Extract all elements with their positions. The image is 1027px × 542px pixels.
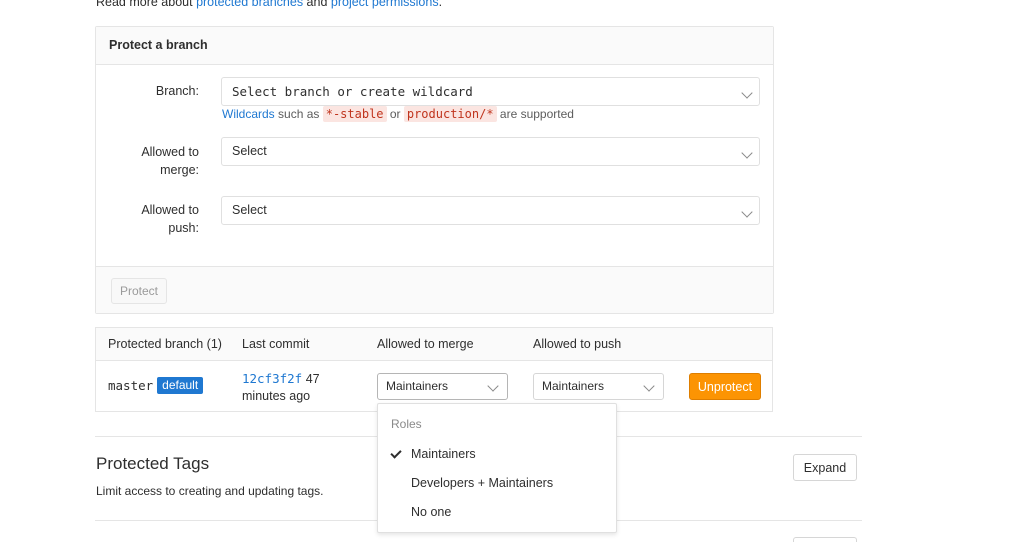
header-allowed-to-push: Allowed to push [533,337,622,351]
intro-text: Read more about protected branches and p… [96,0,442,9]
dropdown-item-no-one[interactable]: No one [378,498,616,526]
table-header: Protected branch (1) Last commit Allowed… [96,328,772,361]
card-footer: Protect [96,266,773,313]
roles-dropdown-menu: Roles Maintainers Developers + Maintaine… [377,403,617,533]
dropdown-item-maintainers[interactable]: Maintainers [378,440,616,468]
hint-text: such as [274,107,323,121]
hint-text: are supported [496,107,574,121]
header-last-commit: Last commit [242,337,310,351]
wildcards-link[interactable]: Wildcards [222,107,275,121]
check-icon [390,447,402,459]
commit-sha-link[interactable]: 12cf3f2f [242,371,302,386]
label-line: merge: [160,163,199,177]
branch-name: master [108,378,154,393]
merge-access-dropdown[interactable]: Maintainers [377,373,508,400]
label-line: push: [168,221,199,235]
protect-branch-card: Protect a branch Branch: Select branch o… [95,26,774,314]
protected-tags-description: Limit access to creating and updating ta… [96,484,324,498]
allowed-to-push-label: Allowed to push: [99,201,199,237]
dropdown-item-label: No one [411,505,452,519]
protect-button[interactable]: Protect [111,278,167,304]
commit-cell: 12cf3f2f 47 minutes ago [242,370,320,405]
hint-code-production: production/* [403,106,497,122]
wildcard-hint: Wildcards such as *-stable or production… [222,106,574,122]
push-access-value: Maintainers [542,379,605,393]
merge-select-value: Select [232,144,267,158]
merge-access-value: Maintainers [386,379,449,393]
hint-code-stable: *-stable [322,106,387,122]
chevron-down-icon [741,87,753,99]
branch-cell: master default [108,377,204,394]
label-line: Allowed to [141,145,199,159]
dropdown-item-label: Maintainers [411,447,476,461]
label-line: Allowed to [141,203,199,217]
protected-branches-link[interactable]: protected branches [196,0,303,9]
project-permissions-link[interactable]: project permissions [331,0,439,9]
header-allowed-to-merge: Allowed to merge [377,337,474,351]
allowed-to-push-select[interactable]: Select [221,196,760,225]
chevron-down-icon [741,147,753,159]
protected-tags-title: Protected Tags [96,454,210,473]
intro-suffix: . [438,0,443,9]
push-select-value: Select [232,203,267,217]
default-badge: default [157,377,204,394]
push-access-dropdown[interactable]: Maintainers [533,373,664,400]
chevron-down-icon [487,380,499,392]
chevron-down-icon [643,380,655,392]
dropdown-header: Roles [391,417,422,431]
allowed-to-merge-select[interactable]: Select [221,137,760,166]
dropdown-item-label: Developers + Maintainers [411,476,554,490]
allowed-to-merge-label: Allowed to merge: [99,143,199,179]
next-section-expand-button[interactable] [793,537,857,542]
header-protected-branch: Protected branch (1) [108,337,222,351]
expand-button[interactable]: Expand [793,454,857,481]
branch-select-placeholder: Select branch or create wildcard [232,84,473,99]
intro-prefix: Read more about [96,0,197,9]
hint-text: or [386,107,404,121]
unprotect-button[interactable]: Unprotect [689,373,761,400]
protected-branches-table: Protected branch (1) Last commit Allowed… [95,327,773,412]
commit-time: minutes ago [242,389,311,403]
chevron-down-icon [741,206,753,218]
branch-label: Branch: [155,84,199,98]
dropdown-item-developers-maintainers[interactable]: Developers + Maintainers [378,469,616,497]
branch-select[interactable]: Select branch or create wildcard [221,77,760,106]
intro-middle: and [303,0,331,9]
commit-time: 47 [305,372,320,386]
card-title: Protect a branch [96,27,773,65]
